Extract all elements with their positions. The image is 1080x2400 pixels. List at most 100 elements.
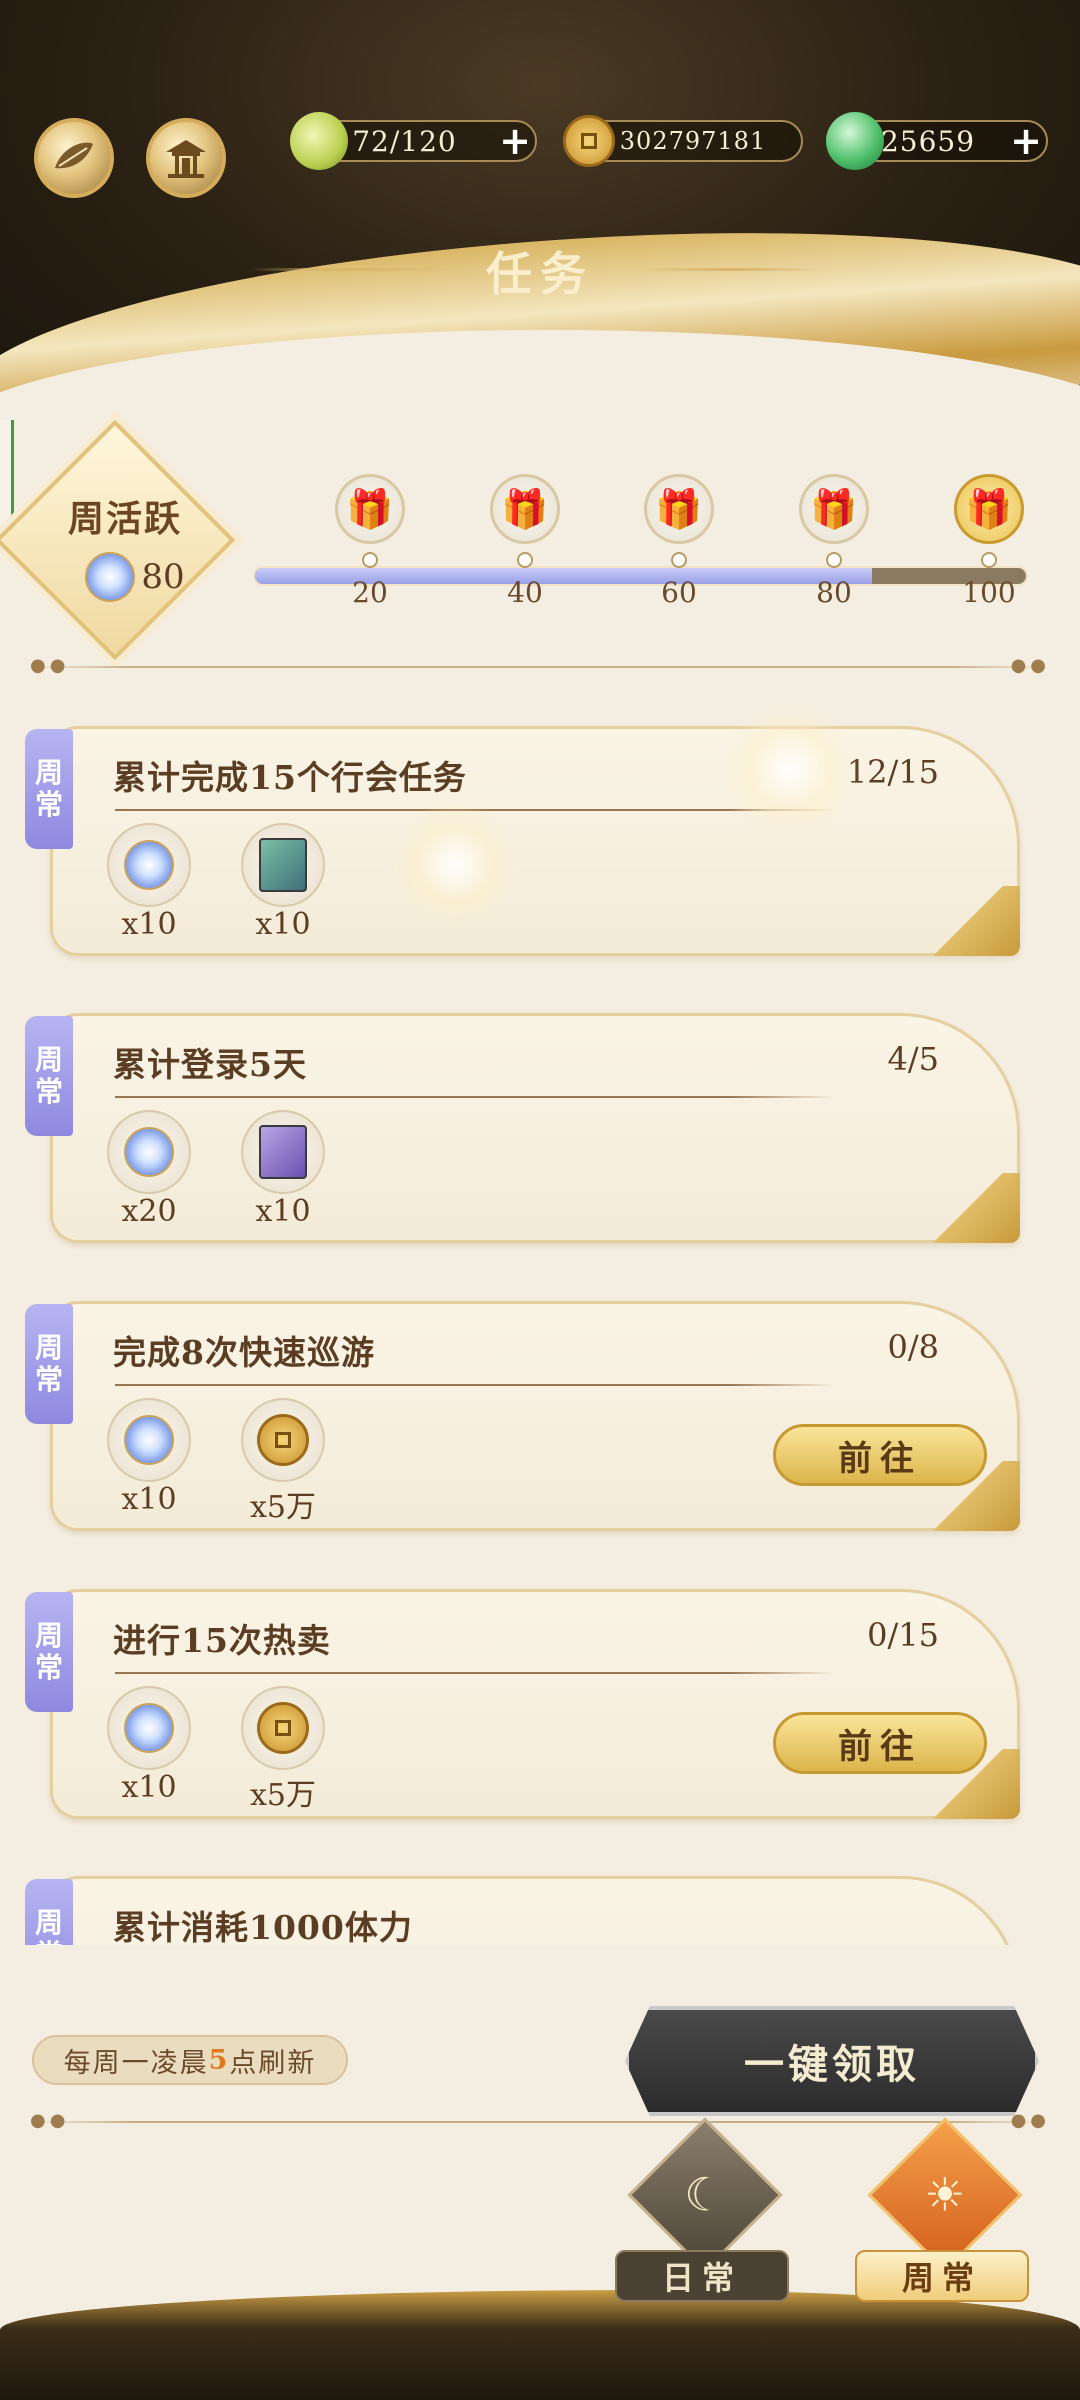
claim-all-button[interactable]: 一键领取 [625, 2006, 1039, 2116]
reward-quantity: x5万 [249, 1490, 316, 1525]
weekly-activity-value: 80 [141, 557, 185, 597]
sparkle-effect [720, 700, 860, 840]
go-button[interactable]: 前往 [773, 1424, 987, 1486]
reward-quantity: x20 [121, 1194, 177, 1229]
sun-icon: ☀ [924, 2168, 966, 2222]
reward-list: x10 x5万 [107, 1686, 325, 1814]
reward-icon [241, 1686, 325, 1770]
weekly-tag: 周常 [25, 1016, 73, 1136]
coin-icon [560, 112, 618, 170]
reward-icon [107, 1398, 191, 1482]
task-card[interactable]: 周常 进行15次热卖 0/15 x10 x5万 前往 [25, 1589, 1020, 1819]
milestone-0[interactable]: 🎁 20 [335, 474, 405, 609]
reward-icon [241, 823, 325, 907]
header-banner [0, 0, 1080, 420]
divider-dots-left: ●● [30, 2110, 70, 2131]
jade-add-button[interactable]: + [1006, 119, 1046, 163]
weekly-tag: 周常 [25, 1592, 73, 1712]
reward-icon [107, 1110, 191, 1194]
page-title: 任务 [486, 247, 594, 301]
back-button[interactable] [34, 118, 114, 198]
section-divider [30, 666, 1050, 668]
purple-book-icon [259, 1125, 307, 1179]
task-title: 完成8次快速巡游 [113, 1333, 375, 1372]
tag-char: 周 [34, 755, 63, 789]
tag-char: 常 [34, 1363, 63, 1396]
milestone-4[interactable]: 🎁 100 [954, 474, 1024, 609]
reward-item[interactable]: x10 [241, 823, 325, 942]
task-divider [115, 1096, 835, 1098]
reward-icon [107, 1686, 191, 1770]
activity-gem-icon [124, 840, 174, 890]
task-card[interactable]: 周常 累计完成15个行会任务 12/15 x10 x10 [25, 726, 1020, 956]
reward-quantity: x5万 [249, 1778, 316, 1813]
reward-quantity: x10 [255, 907, 311, 942]
reward-item[interactable]: x5万 [241, 1686, 325, 1814]
tag-char: 常 [34, 1075, 63, 1108]
stamina-add-button[interactable]: + [495, 119, 535, 163]
weekly-tag: 周常 [25, 1304, 73, 1424]
activity-gem-icon [124, 1415, 174, 1465]
activity-gem-icon [124, 1127, 174, 1177]
tag-char: 常 [34, 788, 63, 821]
milestone-value: 40 [507, 576, 543, 609]
milestone-dot [981, 552, 997, 568]
milestone-value: 20 [352, 576, 388, 609]
task-card[interactable]: 周常 累计消耗1000体力 [25, 1876, 1020, 1945]
task-progress: 0/8 [887, 1328, 940, 1366]
tag-char: 周 [34, 1330, 63, 1364]
milestone-1[interactable]: 🎁 40 [490, 474, 560, 609]
sparkle-effect [390, 800, 520, 930]
footer-decoration [0, 2290, 1080, 2400]
milestone-dot [826, 552, 842, 568]
divider-dots-right: ●● [1010, 655, 1050, 676]
go-button[interactable]: 前往 [773, 1712, 987, 1774]
gift-icon[interactable]: 🎁 [490, 474, 560, 544]
gift-icon[interactable]: 🎁 [644, 474, 714, 544]
refresh-note-suffix: 点刷新 [229, 2047, 317, 2079]
weekly-tag: 周常 [25, 1879, 73, 1945]
gift-icon[interactable]: 🎁 [799, 474, 869, 544]
pavilion-icon [166, 140, 206, 178]
reward-icon [241, 1110, 325, 1194]
task-list[interactable]: 周常累计完成15个行会任务 12/15 x10 x10 周常累计登录5天 4/5 x20 x1… [0, 700, 1080, 1945]
task-divider [115, 1672, 835, 1674]
reward-item[interactable]: x10 [107, 1686, 191, 1814]
reward-item[interactable]: x10 [107, 1398, 191, 1526]
reward-item[interactable]: x5万 [241, 1398, 325, 1526]
milestone-dot [362, 552, 378, 568]
tag-char: 周 [34, 1042, 63, 1076]
bottom-divider [30, 2121, 1050, 2123]
reward-quantity: x10 [121, 907, 177, 942]
task-title: 累计登录5天 [113, 1045, 307, 1084]
pavilion-button[interactable] [146, 118, 226, 198]
activity-gem-icon [85, 552, 136, 602]
leaf-icon [290, 112, 348, 170]
reward-item[interactable]: x10 [241, 1110, 325, 1229]
task-progress: 0/15 [867, 1616, 939, 1654]
gift-icon[interactable]: 🎁 [335, 474, 405, 544]
task-card[interactable]: 周常 累计登录5天 4/5 x20 x10 [25, 1013, 1020, 1243]
milestone-3[interactable]: 🎁 80 [799, 474, 869, 609]
tab-daily[interactable]: ☾ 日常 [605, 2117, 789, 2302]
task-title: 累计消耗1000体力 [113, 1908, 413, 1945]
task-title: 累计完成15个行会任务 [113, 758, 467, 797]
coin-icon [257, 1702, 309, 1754]
reward-icon [241, 1398, 325, 1482]
task-progress: 12/15 [846, 753, 939, 791]
reward-item[interactable]: x10 [107, 823, 191, 942]
reward-quantity: x10 [255, 1194, 311, 1229]
refresh-note-text: 每周一凌晨 [63, 2047, 209, 2079]
reward-item[interactable]: x20 [107, 1110, 191, 1229]
jade-icon [826, 112, 884, 170]
reward-list: x10 x10 [107, 823, 325, 942]
task-title: 进行15次热卖 [113, 1621, 331, 1660]
task-card[interactable]: 周常 完成8次快速巡游 0/8 x10 x5万 前往 [25, 1301, 1020, 1531]
milestone-2[interactable]: 🎁 60 [644, 474, 714, 609]
weekly-tag: 周常 [25, 729, 73, 849]
task-divider [115, 1384, 835, 1386]
milestone-value: 80 [816, 576, 852, 609]
tab-weekly[interactable]: ☀ 周常 [845, 2117, 1029, 2302]
tab-weekly-label: 周常 [855, 2250, 1029, 2302]
gift-icon[interactable]: 🎁 [954, 474, 1024, 544]
